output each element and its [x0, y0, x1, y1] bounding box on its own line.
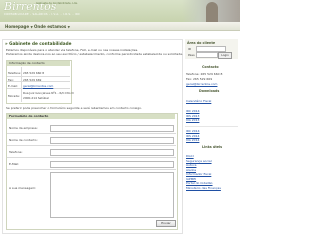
nav-homepage-label: Homepage — [5, 23, 30, 29]
useful-link[interactable]: DGCI — [186, 154, 194, 158]
useful-link[interactable]: Portal do Cidadão — [186, 181, 213, 185]
contact-name-input[interactable] — [50, 137, 174, 144]
nav-onde-estamos-label: Onde estamos — [34, 23, 67, 29]
download-link[interactable]: IVA 2013 — [186, 118, 199, 122]
sidebar-fax: Fax: 265 529 669 — [186, 77, 213, 81]
logo-tagline: Gabinete de Contabilidade, Lda. — [36, 2, 78, 5]
form-label-mensagem: A sua mensagem: — [9, 186, 37, 190]
sidebar-telefone: Telefone: 265 529 660 8 — [186, 72, 223, 76]
contact-value-morada: Rua Juiz Gonçalves Nº1 - R/C Dto D — [23, 91, 74, 95]
chevron-down-icon: ▼ — [30, 24, 33, 29]
download-link[interactable]: IRS 2014 — [186, 134, 199, 138]
header-person-image — [206, 2, 218, 22]
form-label-contacto: Nome de contacto: — [9, 138, 38, 142]
contact-label-morada: Morada: — [8, 94, 20, 98]
site-header: Birrentos Gabinete de Contabilidade, Lda… — [0, 0, 240, 22]
company-name-input[interactable] — [50, 125, 174, 132]
download-link[interactable]: IRC 2014 — [186, 129, 200, 133]
intro-line-2: Poderemos ainda desloca-nos ao seu escri… — [6, 52, 183, 56]
useful-link[interactable]: IAPMEI — [186, 177, 196, 181]
links-heading: Links úteis — [202, 145, 223, 149]
page-title: » Gabinete de contabilidade — [5, 41, 72, 46]
sidebar-divider — [185, 126, 238, 127]
logo-subline: CONTABILIDADE - SALÁRIOS - I.V.A. - I.R.… — [4, 13, 81, 16]
useful-link[interactable]: Segurança social — [186, 159, 212, 163]
form-divider — [7, 133, 176, 134]
table-divider — [21, 67, 22, 102]
contact-value-morada-2: 2900-214 Setúbal — [23, 96, 49, 100]
submit-button[interactable]: Enviar — [156, 220, 176, 227]
contact-value-email[interactable]: geral@birrentos.com — [23, 84, 53, 88]
form-label-empresa: Nome da empresa: — [9, 126, 38, 130]
download-link[interactable]: IRS 2013 — [186, 114, 199, 118]
download-link[interactable]: IVA 2014 — [186, 138, 199, 142]
form-label-telefone: Telefone: — [9, 150, 23, 154]
email-input[interactable] — [50, 161, 174, 168]
form-divider — [7, 145, 176, 146]
contact-form-heading: Formulário de contacto — [7, 114, 175, 119]
nav-onde-estamos[interactable]: Onde estamos ▼ — [34, 24, 70, 29]
form-note: Se preferir pode preencher o formulário … — [6, 106, 142, 110]
contact-label-telefone: Telefone: — [8, 71, 22, 75]
sidebar-email-link[interactable]: geral@birrentos.com — [186, 82, 217, 86]
table-divider — [7, 88, 70, 89]
useful-link[interactable]: Alados — [186, 168, 196, 172]
useful-link[interactable]: Autoca — [186, 163, 196, 167]
chevron-down-icon: ▼ — [67, 24, 70, 29]
login-pass-label: Pass — [188, 52, 195, 57]
login-button[interactable]: Login — [218, 51, 232, 59]
login-password-input[interactable] — [196, 52, 218, 58]
useful-link[interactable]: Informador fiscal — [186, 172, 211, 176]
nav-homepage[interactable]: Homepage ▼ — [5, 24, 33, 29]
contact-label-email: E-mail: — [8, 83, 19, 88]
download-link[interactable]: IRC 2014 — [186, 109, 200, 113]
calendario-fiscal-link[interactable]: Calendário Fiscal — [186, 99, 211, 103]
contact-heading: Contacto — [202, 65, 219, 69]
client-area-heading: Área do cliente — [187, 41, 216, 45]
form-divider — [7, 169, 176, 170]
form-divider — [7, 157, 176, 158]
message-textarea[interactable] — [50, 172, 174, 218]
downloads-heading: Downloads — [199, 89, 220, 93]
login-id-label: ID — [188, 46, 192, 51]
useful-link[interactable]: Ministério das Finanças — [186, 186, 221, 190]
contact-info-heading: Informação de contacto — [7, 61, 70, 66]
phone-input[interactable] — [50, 149, 174, 156]
form-label-email: E-Mail: — [9, 162, 20, 166]
contact-value-fax: 265 529 669 — [23, 77, 42, 82]
contact-label-fax: Fax: — [8, 77, 14, 82]
contact-value-telefone: 265 529 660 8 — [23, 71, 45, 75]
